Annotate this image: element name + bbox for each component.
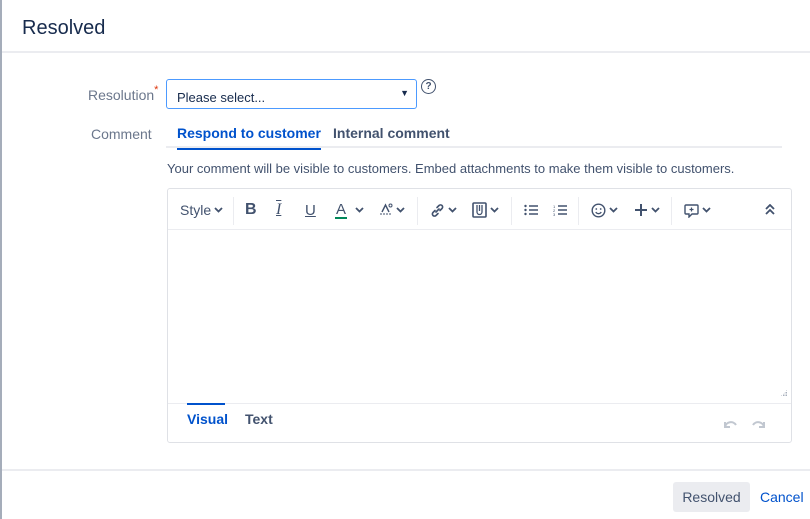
attachment-icon [472, 202, 487, 218]
mode-tab-text[interactable]: Text [245, 411, 273, 427]
editor-mode-bar: Visual Text [168, 403, 791, 443]
svg-text:3: 3 [553, 212, 556, 216]
collapse-toolbar-icon[interactable] [765, 200, 775, 220]
chevron-down-icon [651, 207, 660, 213]
numbered-list-icon[interactable]: 123 [553, 200, 567, 220]
mode-tab-visual[interactable]: Visual [187, 411, 228, 427]
chevron-down-icon [609, 207, 618, 213]
undo-icon[interactable] [723, 416, 737, 432]
dialog-title: Resolved [22, 17, 106, 39]
chevron-down-icon [448, 207, 457, 213]
resolution-label: Resolution* [88, 84, 159, 103]
editor-toolbar: Style B I U A 1 2 3 [168, 189, 791, 230]
style-label: Style [180, 202, 212, 218]
canned-response-icon [684, 203, 699, 218]
question-circle-icon[interactable]: ? [421, 79, 436, 94]
toolbar-divider [671, 197, 672, 225]
chevron-down-icon [355, 207, 364, 213]
resolution-select[interactable]: Please select... ▼ [166, 79, 417, 109]
cancel-link[interactable]: Cancel [760, 489, 804, 505]
toolbar-divider [511, 197, 512, 225]
resolution-label-text: Resolution [88, 87, 155, 103]
toolbar-divider [578, 197, 579, 225]
footer-divider [2, 469, 810, 471]
bullet-list-icon[interactable] [524, 200, 538, 220]
resolved-submit-button[interactable]: Resolved [673, 482, 750, 512]
toolbar-divider [417, 197, 418, 225]
text-color-icon: A [335, 200, 348, 219]
link-button[interactable] [430, 200, 457, 220]
required-marker: * [154, 84, 159, 96]
text-color-button[interactable]: A [335, 200, 364, 220]
active-mode-indicator [187, 403, 225, 405]
editor-content-area[interactable] [168, 230, 791, 403]
canned-response-button[interactable] [684, 200, 711, 220]
style-dropdown[interactable]: Style [180, 200, 223, 220]
chevron-down-icon [490, 207, 499, 213]
tab-respond-to-customer[interactable]: Respond to customer [177, 125, 321, 150]
text-format-icon [380, 203, 393, 215]
rich-text-editor: Style B I U A 1 2 3 Visual Text [167, 188, 792, 443]
resolution-selected-value: Please select... [177, 90, 266, 105]
emoji-icon [591, 202, 606, 218]
comment-tabs: Respond to customer Internal comment [166, 119, 782, 150]
insert-more-button[interactable] [634, 200, 660, 220]
dropdown-arrow-icon: ▼ [400, 88, 409, 98]
comment-visibility-hint: Your comment will be visible to customer… [167, 161, 735, 176]
italic-icon[interactable]: I [276, 200, 281, 220]
comment-label: Comment [91, 126, 152, 142]
chevron-down-icon [214, 207, 223, 213]
link-icon [431, 203, 444, 217]
toolbar-divider [233, 197, 234, 225]
attachment-button[interactable] [472, 200, 499, 220]
insert-more-icon [635, 204, 647, 216]
dialog-left-edge [0, 0, 2, 519]
chevron-down-icon [396, 207, 405, 213]
underline-icon[interactable]: U [305, 200, 316, 220]
chevron-down-icon [702, 207, 711, 213]
redo-icon[interactable] [752, 416, 766, 432]
dialog-header: Resolved [2, 0, 810, 53]
tab-internal-comment[interactable]: Internal comment [333, 125, 450, 148]
text-format-button[interactable] [380, 200, 405, 220]
bold-icon[interactable]: B [245, 200, 257, 220]
emoji-button[interactable] [591, 200, 618, 220]
